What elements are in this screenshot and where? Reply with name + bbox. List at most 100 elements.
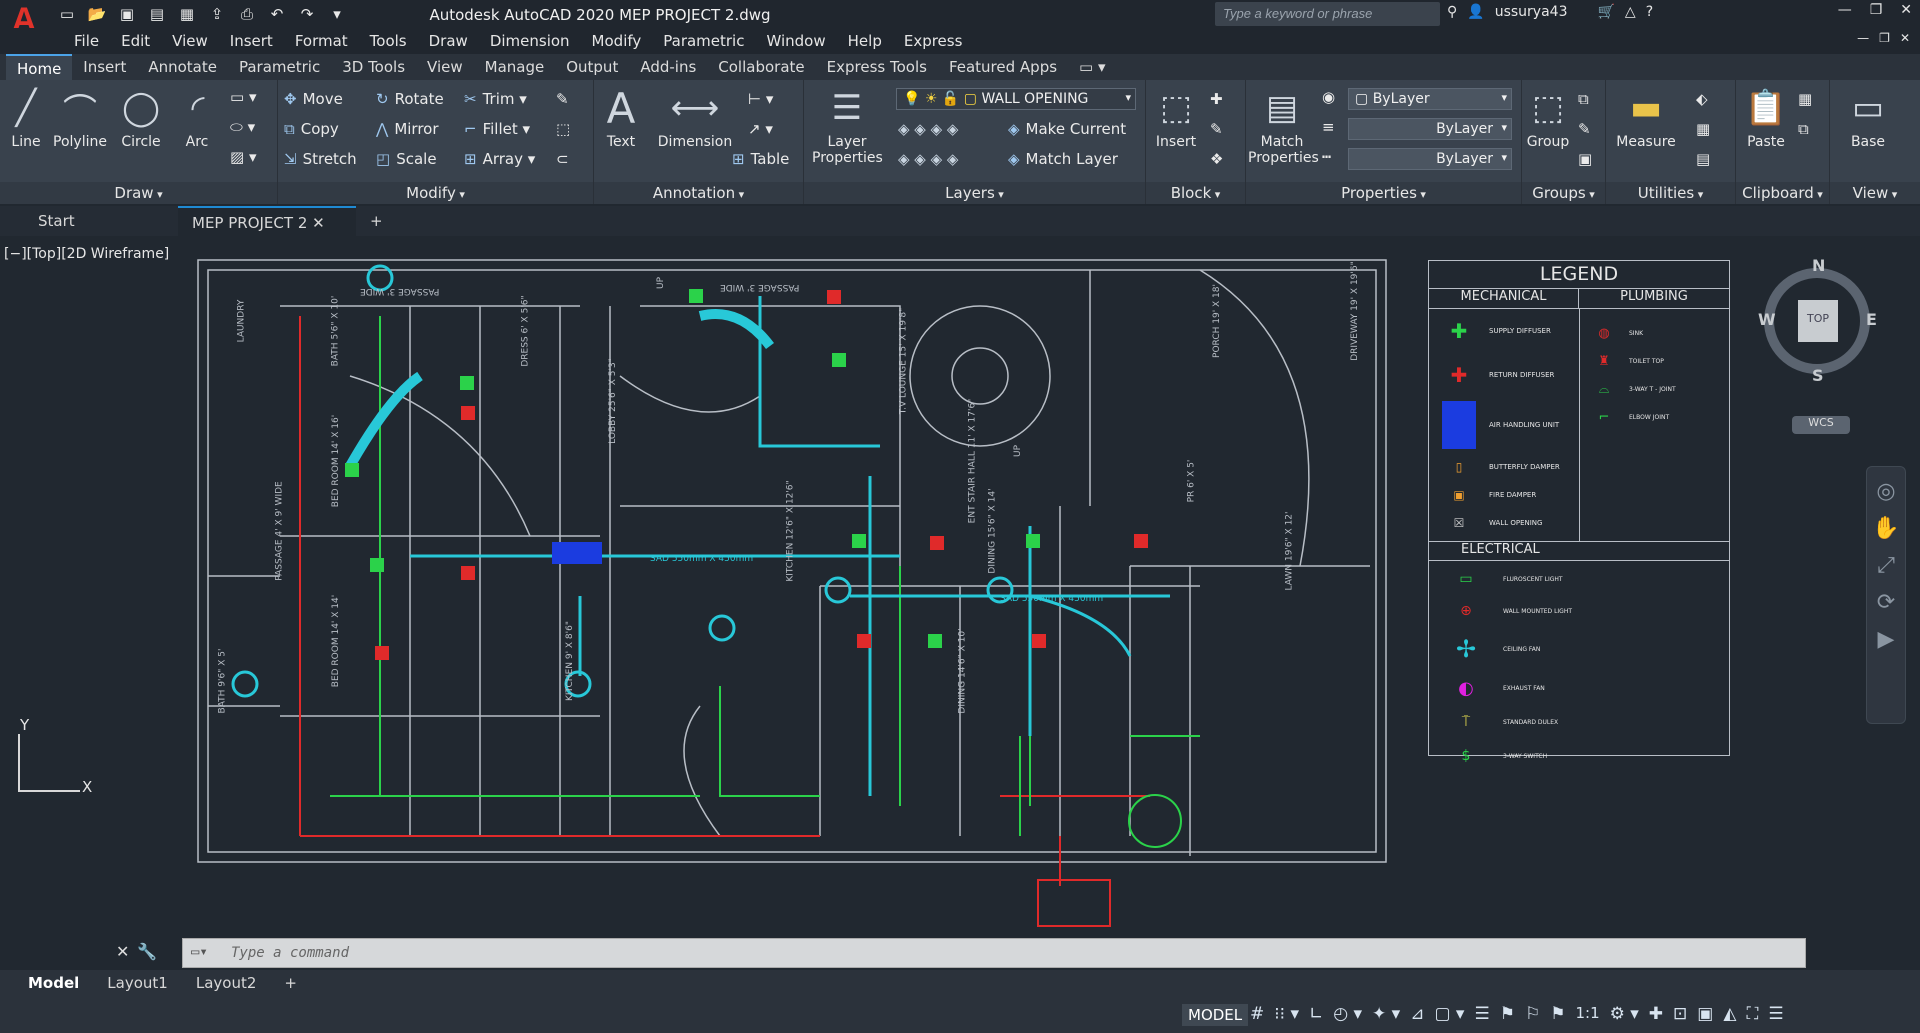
mirror-button[interactable]: ⋀ Mirror xyxy=(376,120,439,138)
isodraft-icon[interactable]: ✦ ▾ xyxy=(1372,1004,1400,1024)
tab-view[interactable]: View xyxy=(416,54,474,80)
array-button[interactable]: ⊞ Array ▾ xyxy=(464,150,535,168)
erase-icon[interactable]: ✎ xyxy=(556,90,569,108)
menu-file[interactable]: File xyxy=(64,28,109,54)
properties-panel-title[interactable]: Properties xyxy=(1246,182,1521,204)
cart-icon[interactable]: 🛒 xyxy=(1597,4,1614,20)
ribbon-toggle-icon[interactable]: ▭ ▾ xyxy=(1068,54,1116,80)
tab-manage[interactable]: Manage xyxy=(474,54,556,80)
trim-button[interactable]: ✂ Trim ▾ xyxy=(464,90,527,108)
tab-featured-apps[interactable]: Featured Apps xyxy=(938,54,1068,80)
edit-block-icon[interactable]: ✎ xyxy=(1210,120,1223,138)
annotation-scale-value[interactable]: 1:1 xyxy=(1575,1004,1599,1024)
paste-button[interactable]: 📋 Paste xyxy=(1740,86,1792,150)
clipboard-panel-title[interactable]: Clipboard xyxy=(1736,182,1829,204)
object-snap-tracking-icon[interactable]: ⊿ xyxy=(1410,1004,1424,1024)
command-prompt-icon[interactable]: ▭▾ xyxy=(191,944,208,960)
annotation-monitor-icon[interactable]: ✚ xyxy=(1649,1004,1663,1024)
menu-view[interactable]: View xyxy=(162,28,218,54)
rectangle-icon[interactable]: ▭ ▾ xyxy=(230,88,256,106)
tab-model[interactable]: Model xyxy=(14,970,93,998)
hatch-icon[interactable]: ⬭ ▾ xyxy=(230,118,255,136)
stretch-button[interactable]: ⇲ Stretch xyxy=(284,150,357,168)
command-customize-icon[interactable]: 🔧 xyxy=(137,942,157,961)
lineweight-toggle-icon[interactable]: ☰ xyxy=(1474,1004,1489,1024)
tab-parametric[interactable]: Parametric xyxy=(228,54,331,80)
attribute-icon[interactable]: ❖ xyxy=(1210,150,1223,168)
binoculars-icon[interactable]: ⚲ xyxy=(1447,4,1457,20)
start-tab[interactable]: Start xyxy=(0,206,178,236)
compass-east[interactable]: E xyxy=(1866,310,1877,329)
draw-panel-title[interactable]: Draw xyxy=(0,182,277,204)
isolate-objects-icon[interactable]: ◭ xyxy=(1723,1004,1736,1024)
annotation-scale-icon[interactable]: ⚑ xyxy=(1550,1004,1565,1024)
layer-tools-row-1[interactable]: ◈ ◈ ◈ ◈ xyxy=(898,120,958,138)
line-button[interactable]: ╱ Line xyxy=(2,86,50,150)
tab-layout1[interactable]: Layout1 xyxy=(93,970,182,998)
search-input[interactable]: Type a keyword or phrase xyxy=(1215,2,1440,26)
group-select-icon[interactable]: ▣ xyxy=(1578,150,1592,168)
compass-south[interactable]: S xyxy=(1812,366,1824,385)
new-layout-icon[interactable]: + xyxy=(270,970,311,998)
circle-button[interactable]: ◯ Circle xyxy=(118,86,164,150)
compass-west[interactable]: W xyxy=(1758,310,1776,329)
a360-icon[interactable]: △ xyxy=(1625,4,1636,20)
base-button[interactable]: ▭ Base xyxy=(1840,86,1896,150)
tab-express-tools[interactable]: Express Tools xyxy=(816,54,938,80)
ungroup-icon[interactable]: ⧉ xyxy=(1578,90,1589,108)
compass-north[interactable]: N xyxy=(1812,256,1825,275)
units-icon[interactable]: ⊡ xyxy=(1673,1004,1687,1024)
tab-add-ins[interactable]: Add-ins xyxy=(629,54,707,80)
new-tab-icon[interactable]: + xyxy=(356,206,396,236)
tab-close-icon[interactable]: ✕ xyxy=(312,214,325,232)
make-current-button[interactable]: ◈ Make Current xyxy=(1008,120,1126,138)
doc-close-icon[interactable]: ✕ xyxy=(1900,31,1910,45)
auto-scale-icon[interactable]: ⚐ xyxy=(1525,1004,1540,1024)
user-name[interactable]: ussurya43 xyxy=(1495,4,1568,20)
tab-insert[interactable]: Insert xyxy=(72,54,137,80)
user-icon[interactable]: 👤 xyxy=(1467,4,1484,20)
match-layer-button[interactable]: ◈ Match Layer xyxy=(1008,150,1118,168)
menu-window[interactable]: Window xyxy=(756,28,835,54)
linetype-icon[interactable]: ┅ xyxy=(1322,148,1331,166)
menu-insert[interactable]: Insert xyxy=(220,28,283,54)
copy-button[interactable]: ⧉ Copy xyxy=(284,120,339,138)
modify-panel-title[interactable]: Modify xyxy=(278,182,593,204)
group-button[interactable]: ⬚ Group xyxy=(1524,86,1572,150)
polyline-button[interactable]: ⌒ Polyline xyxy=(50,86,110,151)
tab-layout2[interactable]: Layout2 xyxy=(182,970,271,998)
steering-wheel-icon[interactable]: ◎ xyxy=(1867,479,1905,504)
move-button[interactable]: ✥ Move xyxy=(284,90,343,108)
menu-modify[interactable]: Modify xyxy=(582,28,652,54)
copy-clip-icon[interactable]: ⧉ xyxy=(1798,120,1809,138)
dimension-button[interactable]: ⟷ Dimension xyxy=(652,86,738,150)
offset-icon[interactable]: ⊂ xyxy=(556,150,569,168)
viewcube-top-face[interactable]: TOP xyxy=(1798,300,1838,342)
linetype-dropdown[interactable]: ByLayer xyxy=(1348,148,1512,170)
drawing-canvas[interactable]: [−][Top][2D Wireframe] LAUNDRY BATH 5'6"… xyxy=(0,236,1920,936)
menu-edit[interactable]: Edit xyxy=(111,28,160,54)
insert-button[interactable]: ⬚ Insert xyxy=(1150,86,1202,150)
color-wheel-icon[interactable]: ◉ xyxy=(1322,88,1335,106)
layers-panel-title[interactable]: Layers xyxy=(804,182,1145,204)
rotate-button[interactable]: ↻ Rotate xyxy=(376,90,444,108)
command-input[interactable]: ▭▾ Type a command xyxy=(182,938,1806,968)
ortho-icon[interactable]: ∟ xyxy=(1309,1004,1323,1024)
fillet-button[interactable]: ⌐ Fillet ▾ xyxy=(464,120,530,138)
tab-home[interactable]: Home xyxy=(6,54,73,80)
minimize-icon[interactable]: — xyxy=(1838,2,1852,18)
menu-parametric[interactable]: Parametric xyxy=(653,28,754,54)
block-panel-title[interactable]: Block xyxy=(1146,182,1245,204)
create-block-icon[interactable]: ✚ xyxy=(1210,90,1223,108)
gradient-icon[interactable]: ▨ ▾ xyxy=(230,148,256,166)
arc-button[interactable]: ◜ Arc xyxy=(176,86,218,150)
quick-select-icon[interactable]: ⬖ xyxy=(1696,90,1708,108)
fullscreen-icon[interactable]: ⛶ xyxy=(1746,1004,1758,1024)
cut-icon[interactable]: ▦ xyxy=(1798,90,1812,108)
utilities-panel-title[interactable]: Utilities xyxy=(1606,182,1735,204)
showmotion-icon[interactable]: ▶ xyxy=(1867,627,1905,652)
object-snap-icon[interactable]: ▢ ▾ xyxy=(1434,1004,1464,1024)
leader-icon[interactable]: ↗ ▾ xyxy=(748,120,773,138)
doc-restore-icon[interactable]: ❐ xyxy=(1879,31,1890,45)
polar-icon[interactable]: ◴ ▾ xyxy=(1333,1004,1362,1024)
